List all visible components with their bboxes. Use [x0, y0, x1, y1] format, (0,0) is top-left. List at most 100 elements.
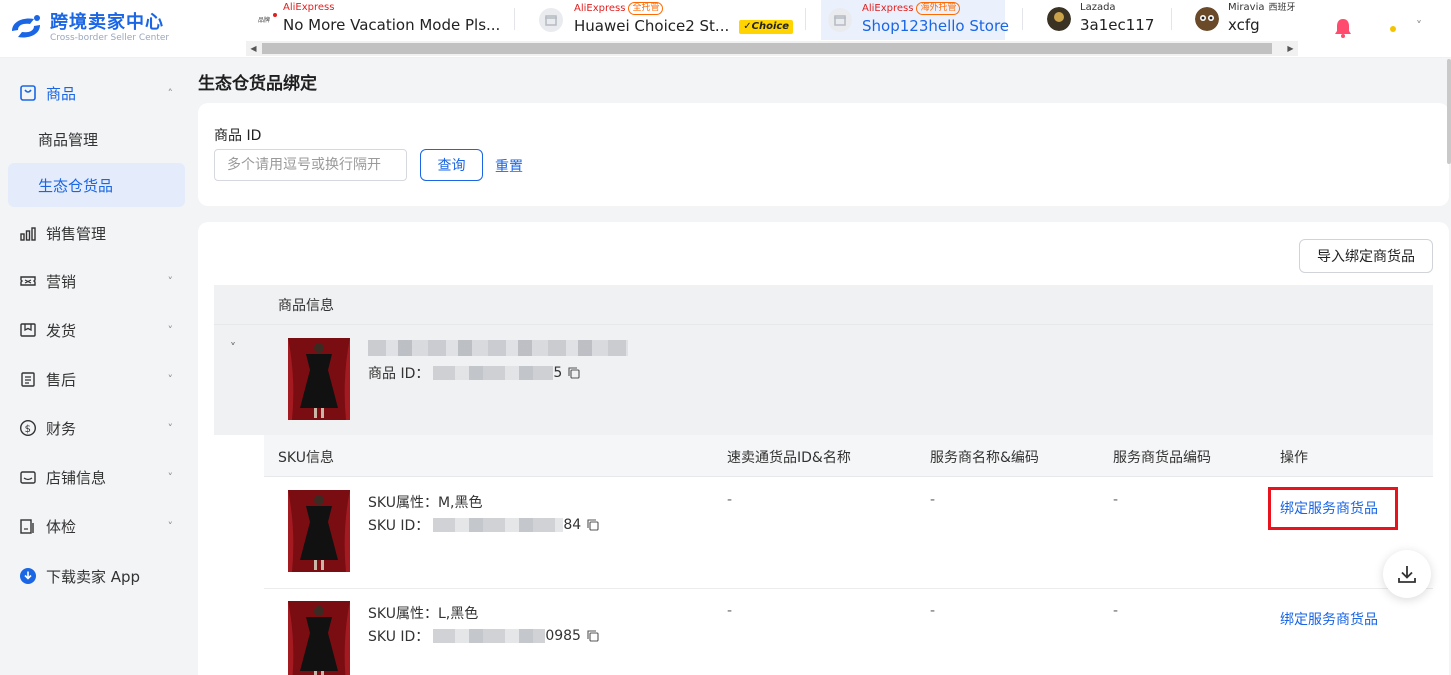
sku-id-suffix: 0985 [545, 628, 581, 644]
collapse-chevron-icon[interactable]: ˅ [230, 341, 236, 355]
sidebar-item-label: 商品管理 [38, 130, 99, 149]
chevron-down-icon: ˅ [167, 421, 174, 435]
sku-image[interactable] [288, 490, 350, 572]
header-action: 操作 [1280, 450, 1308, 466]
sku-attribute: SKU属性：M,黑色 [368, 495, 483, 511]
query-button[interactable]: 查询 [420, 149, 483, 181]
page-title: 生态仓货品绑定 [198, 74, 317, 94]
header-sku-info: SKU信息 [278, 450, 334, 466]
header-product-info: 商品信息 [278, 298, 334, 314]
download-app-icon [20, 568, 36, 584]
horizontal-scrollbar[interactable]: ◀ ▶ [246, 41, 1298, 56]
sidebar-item-label: 营销 [46, 272, 77, 291]
shop-name: Huawei Choice2 St... [574, 17, 730, 35]
scroll-left-icon[interactable]: ◀ [246, 41, 261, 56]
divider [1171, 8, 1172, 30]
scroll-right-icon[interactable]: ▶ [1283, 41, 1298, 56]
store-icon [539, 8, 563, 32]
product-id-line: 商品 ID： 5 [368, 363, 580, 383]
logo-icon [12, 15, 40, 38]
scrollbar-thumb[interactable] [262, 43, 1272, 54]
copy-icon[interactable] [587, 630, 599, 642]
shop-region: 西班牙 [1268, 3, 1296, 13]
shop-tab-0[interactable]: AliExpress No More Vacation Mode Pls... [283, 0, 511, 40]
sku-id-label: SKU ID： [368, 518, 430, 534]
shop-avatar-icon [1195, 7, 1219, 31]
chevron-down-icon: ˅ [167, 519, 174, 533]
product-id-suffix: 5 [553, 365, 563, 381]
sidebar-item-eco-warehouse[interactable]: 生态仓货品 [8, 163, 185, 207]
bind-provider-goods-link[interactable]: 绑定服务商货品 [1280, 609, 1378, 629]
download-icon [1398, 566, 1416, 583]
copy-icon[interactable] [568, 367, 580, 379]
sidebar-item-label: 销售管理 [46, 224, 107, 243]
user-avatar-icon[interactable] [1388, 24, 1398, 34]
clipboard-icon [21, 372, 35, 387]
table-row: SKU属性：M,黑色 SKU ID： 84 - - - 绑定服务商货品 [264, 478, 1433, 589]
reset-button[interactable]: 重置 [495, 156, 523, 176]
sku-image[interactable] [288, 601, 350, 675]
provider-value: - [930, 492, 936, 508]
checkup-icon [20, 519, 34, 534]
chevron-down-icon: ˅ [167, 470, 174, 484]
header-provider-code: 服务商货品编码 [1113, 450, 1211, 466]
logo[interactable]: 跨境卖家中心 Cross-border Seller Center [8, 10, 188, 46]
sidebar-item-marketing[interactable]: 营销 ˅ [8, 259, 185, 303]
sidebar-item-checkup[interactable]: 体检 ˅ [8, 504, 185, 548]
sidebar-item-label: 下载卖家 App [46, 567, 141, 586]
copy-icon[interactable] [587, 519, 599, 531]
svg-text:品牌: 品牌 [258, 16, 270, 24]
header-ae-goods: 速卖通货品ID&名称 [727, 450, 851, 466]
provider-code-value: - [1113, 492, 1119, 508]
redacted-value [433, 366, 554, 380]
shop-tag: 全托管 [628, 2, 664, 15]
sidebar-item-sales[interactable]: 销售管理 [8, 211, 185, 255]
divider [514, 8, 515, 30]
product-id-input[interactable] [214, 149, 407, 181]
ae-goods-value: - [727, 603, 733, 619]
sidebar-item-download-app[interactable]: 下载卖家 App [8, 554, 185, 598]
shop-platform: AliExpress [862, 2, 914, 14]
table-row: SKU属性：L,黑色 SKU ID： 0985 - - - 绑定服务商货品 [264, 589, 1433, 675]
filter-card: 商品 ID 查询 重置 [198, 103, 1449, 206]
sidebar-item-label: 店铺信息 [46, 468, 107, 487]
store-icon [828, 8, 852, 32]
sku-id-line: SKU ID： 0985 [368, 626, 599, 646]
shop-tab-4[interactable]: Miravia 西班牙 xcfg [1228, 0, 1338, 40]
vertical-scrollbar[interactable] [1447, 59, 1451, 164]
shop-avatar-icon [1047, 7, 1071, 31]
redacted-value [433, 518, 564, 532]
bar-chart-icon [20, 227, 36, 241]
ticket-icon [20, 276, 36, 286]
sidebar: 商品 ˄ 商品管理 生态仓货品 销售管理 营销 ˅ 发货 ˅ 售后 ˅ $ 财务… [0, 59, 192, 675]
divider [805, 8, 806, 30]
product-row: ˅ 商品 ID： 5 [214, 325, 1433, 435]
product-image[interactable] [288, 338, 350, 420]
sidebar-item-shipping[interactable]: 发货 ˅ [8, 308, 185, 352]
sidebar-item-after-sales[interactable]: 售后 ˅ [8, 357, 185, 401]
sku-id-line: SKU ID： 84 [368, 515, 599, 535]
sidebar-item-finance[interactable]: $ 财务 ˅ [8, 406, 185, 450]
sidebar-item-store-info[interactable]: 店铺信息 ˅ [8, 455, 185, 499]
import-bind-button[interactable]: 导入绑定商货品 [1299, 239, 1433, 273]
sidebar-item-product-management[interactable]: 商品管理 [8, 117, 185, 161]
download-float-button[interactable] [1383, 550, 1431, 598]
shop-tab-2[interactable]: AliExpress 海外托管 Shop123hello Store [821, 0, 1009, 40]
shop-platform: Miravia [1228, 2, 1265, 13]
sidebar-item-label: 发货 [46, 321, 77, 340]
product-id-label: 商品 ID [214, 128, 262, 144]
sidebar-item-label: 售后 [46, 370, 77, 389]
svg-text:$: $ [25, 424, 31, 435]
sidebar-item-label: 生态仓货品 [38, 176, 114, 195]
sidebar-item-product[interactable]: 商品 ˄ [8, 71, 185, 115]
shop-tab-1[interactable]: AliExpress 全托管 Huawei Choice2 St... ✓Choic… [574, 0, 794, 40]
shop-name: xcfg [1228, 16, 1260, 34]
bell-icon[interactable] [1331, 16, 1355, 40]
shop-tab-3[interactable]: Lazada 3a1ec117 [1080, 0, 1200, 40]
app-subtitle: Cross-border Seller Center [50, 32, 170, 43]
top-bar: 跨境卖家中心 Cross-border Seller Center 品牌 Ali… [0, 0, 1451, 58]
sku-attribute: SKU属性：L,黑色 [368, 606, 479, 622]
chevron-down-icon[interactable]: ˅ [1416, 19, 1422, 33]
app-title: 跨境卖家中心 [50, 11, 164, 33]
product-icon [20, 85, 36, 101]
